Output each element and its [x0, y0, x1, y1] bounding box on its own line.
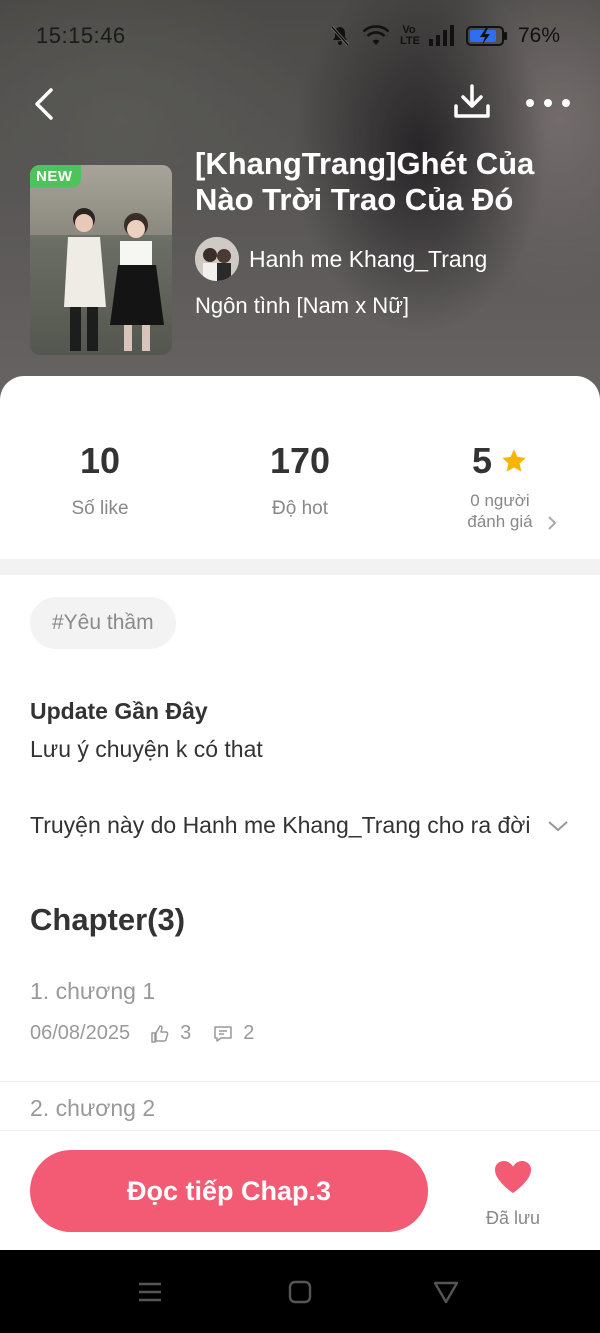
likes-label: Số like: [71, 498, 129, 519]
rating-count-line1: 0 người: [470, 491, 530, 510]
description-text: Truyện này do Hanh me Khang_Trang cho ra…: [30, 812, 531, 838]
book-genre: Ngôn tình [Nam x Nữ]: [195, 293, 410, 318]
rating-row: 5: [400, 440, 600, 482]
continue-reading-button[interactable]: Đọc tiếp Chap.3: [30, 1150, 428, 1232]
home-icon[interactable]: [287, 1280, 313, 1304]
comment-icon: [213, 1024, 233, 1044]
more-dot-icon: [562, 99, 570, 107]
chevron-down-icon: [548, 820, 568, 831]
recent-apps-icon[interactable]: [137, 1280, 163, 1304]
star-icon: [502, 449, 526, 472]
chapter-meta: 06/08/2025 3 2: [30, 1022, 276, 1045]
chapter-like-count: 3: [180, 1022, 192, 1044]
chapter-name: 2. chương 2: [30, 1095, 156, 1121]
top-nav-bar: [0, 80, 600, 130]
rating-value: 5: [471, 440, 493, 481]
hot-label: Độ hot: [272, 498, 328, 519]
download-button[interactable]: [452, 82, 494, 124]
saved-label: Đã lưu: [485, 1208, 541, 1228]
signal-icon: [428, 25, 456, 47]
stats-row: 10 Số like 170 Độ hot 5 0 người đánh giá: [0, 440, 600, 550]
download-icon: [454, 84, 490, 118]
chapter-date: 06/08/2025: [30, 1022, 131, 1044]
more-dot-icon: [544, 99, 552, 107]
description-toggle[interactable]: Truyện này do Hanh me Khang_Trang cho ra…: [30, 812, 570, 839]
chapter-list-heading: Chapter(3): [30, 902, 186, 937]
book-title: [KhangTrang]Ghét Của Nào Trời Trao Của Đ…: [195, 146, 535, 217]
tag-chip[interactable]: #Yêu thầm: [30, 597, 176, 649]
cover-person-illustration: [110, 213, 164, 351]
status-bar: 15:15:46 Vo LTE 76%: [36, 20, 560, 52]
status-time: 15:15:46: [36, 23, 126, 48]
likes-stat: 10 Số like: [0, 440, 200, 520]
author-avatar: [195, 237, 239, 281]
author-link[interactable]: Hanh me Khang_Trang: [195, 237, 487, 281]
hot-stat: 170 Độ hot: [200, 440, 400, 520]
likes-value: 10: [79, 440, 121, 481]
chapter-comment-count: 2: [243, 1022, 255, 1044]
back-button[interactable]: [26, 84, 62, 124]
rating-stat[interactable]: 5 0 người đánh giá: [400, 440, 600, 532]
cover-person-illustration: [64, 208, 106, 351]
more-dot-icon: [526, 99, 534, 107]
chevron-left-icon: [35, 88, 53, 120]
update-section-title: Update Gần Đây: [30, 698, 208, 724]
system-navigation-bar: [0, 1250, 600, 1333]
section-divider: [0, 559, 600, 575]
more-options-button[interactable]: [526, 90, 570, 116]
rating-count-line2: đánh giá: [467, 512, 533, 531]
saved-toggle-button[interactable]: Đã lưu: [470, 1159, 556, 1229]
back-triangle-icon[interactable]: [433, 1280, 459, 1304]
book-detail-card: 10 Số like 170 Độ hot 5 0 người đánh giá…: [0, 376, 600, 1250]
wifi-icon: [362, 25, 390, 47]
author-name: Hanh me Khang_Trang: [249, 245, 488, 272]
status-icons: Vo LTE 76%: [328, 24, 560, 48]
thumbs-up-icon: [150, 1024, 170, 1044]
heart-icon: [495, 1161, 531, 1193]
battery-icon: [465, 25, 508, 47]
hot-value: 170: [269, 440, 331, 481]
battery-percentage: 76%: [517, 24, 560, 47]
chapter-item[interactable]: 1. chương 1 06/08/2025 3 2: [0, 966, 600, 1082]
bottom-action-bar: Đọc tiếp Chap.3 Đã lưu: [0, 1130, 600, 1250]
update-text: Lưu ý chuyện k có that: [30, 736, 263, 762]
book-cover[interactable]: NEW: [30, 165, 172, 355]
mute-notification-icon: [328, 24, 352, 48]
volte-icon: Vo LTE: [399, 24, 420, 47]
chapter-name: 1. chương 1: [30, 978, 156, 1004]
chevron-right-icon: [548, 516, 557, 530]
new-badge: NEW: [30, 165, 81, 188]
avatar-image-icon: [195, 237, 239, 281]
